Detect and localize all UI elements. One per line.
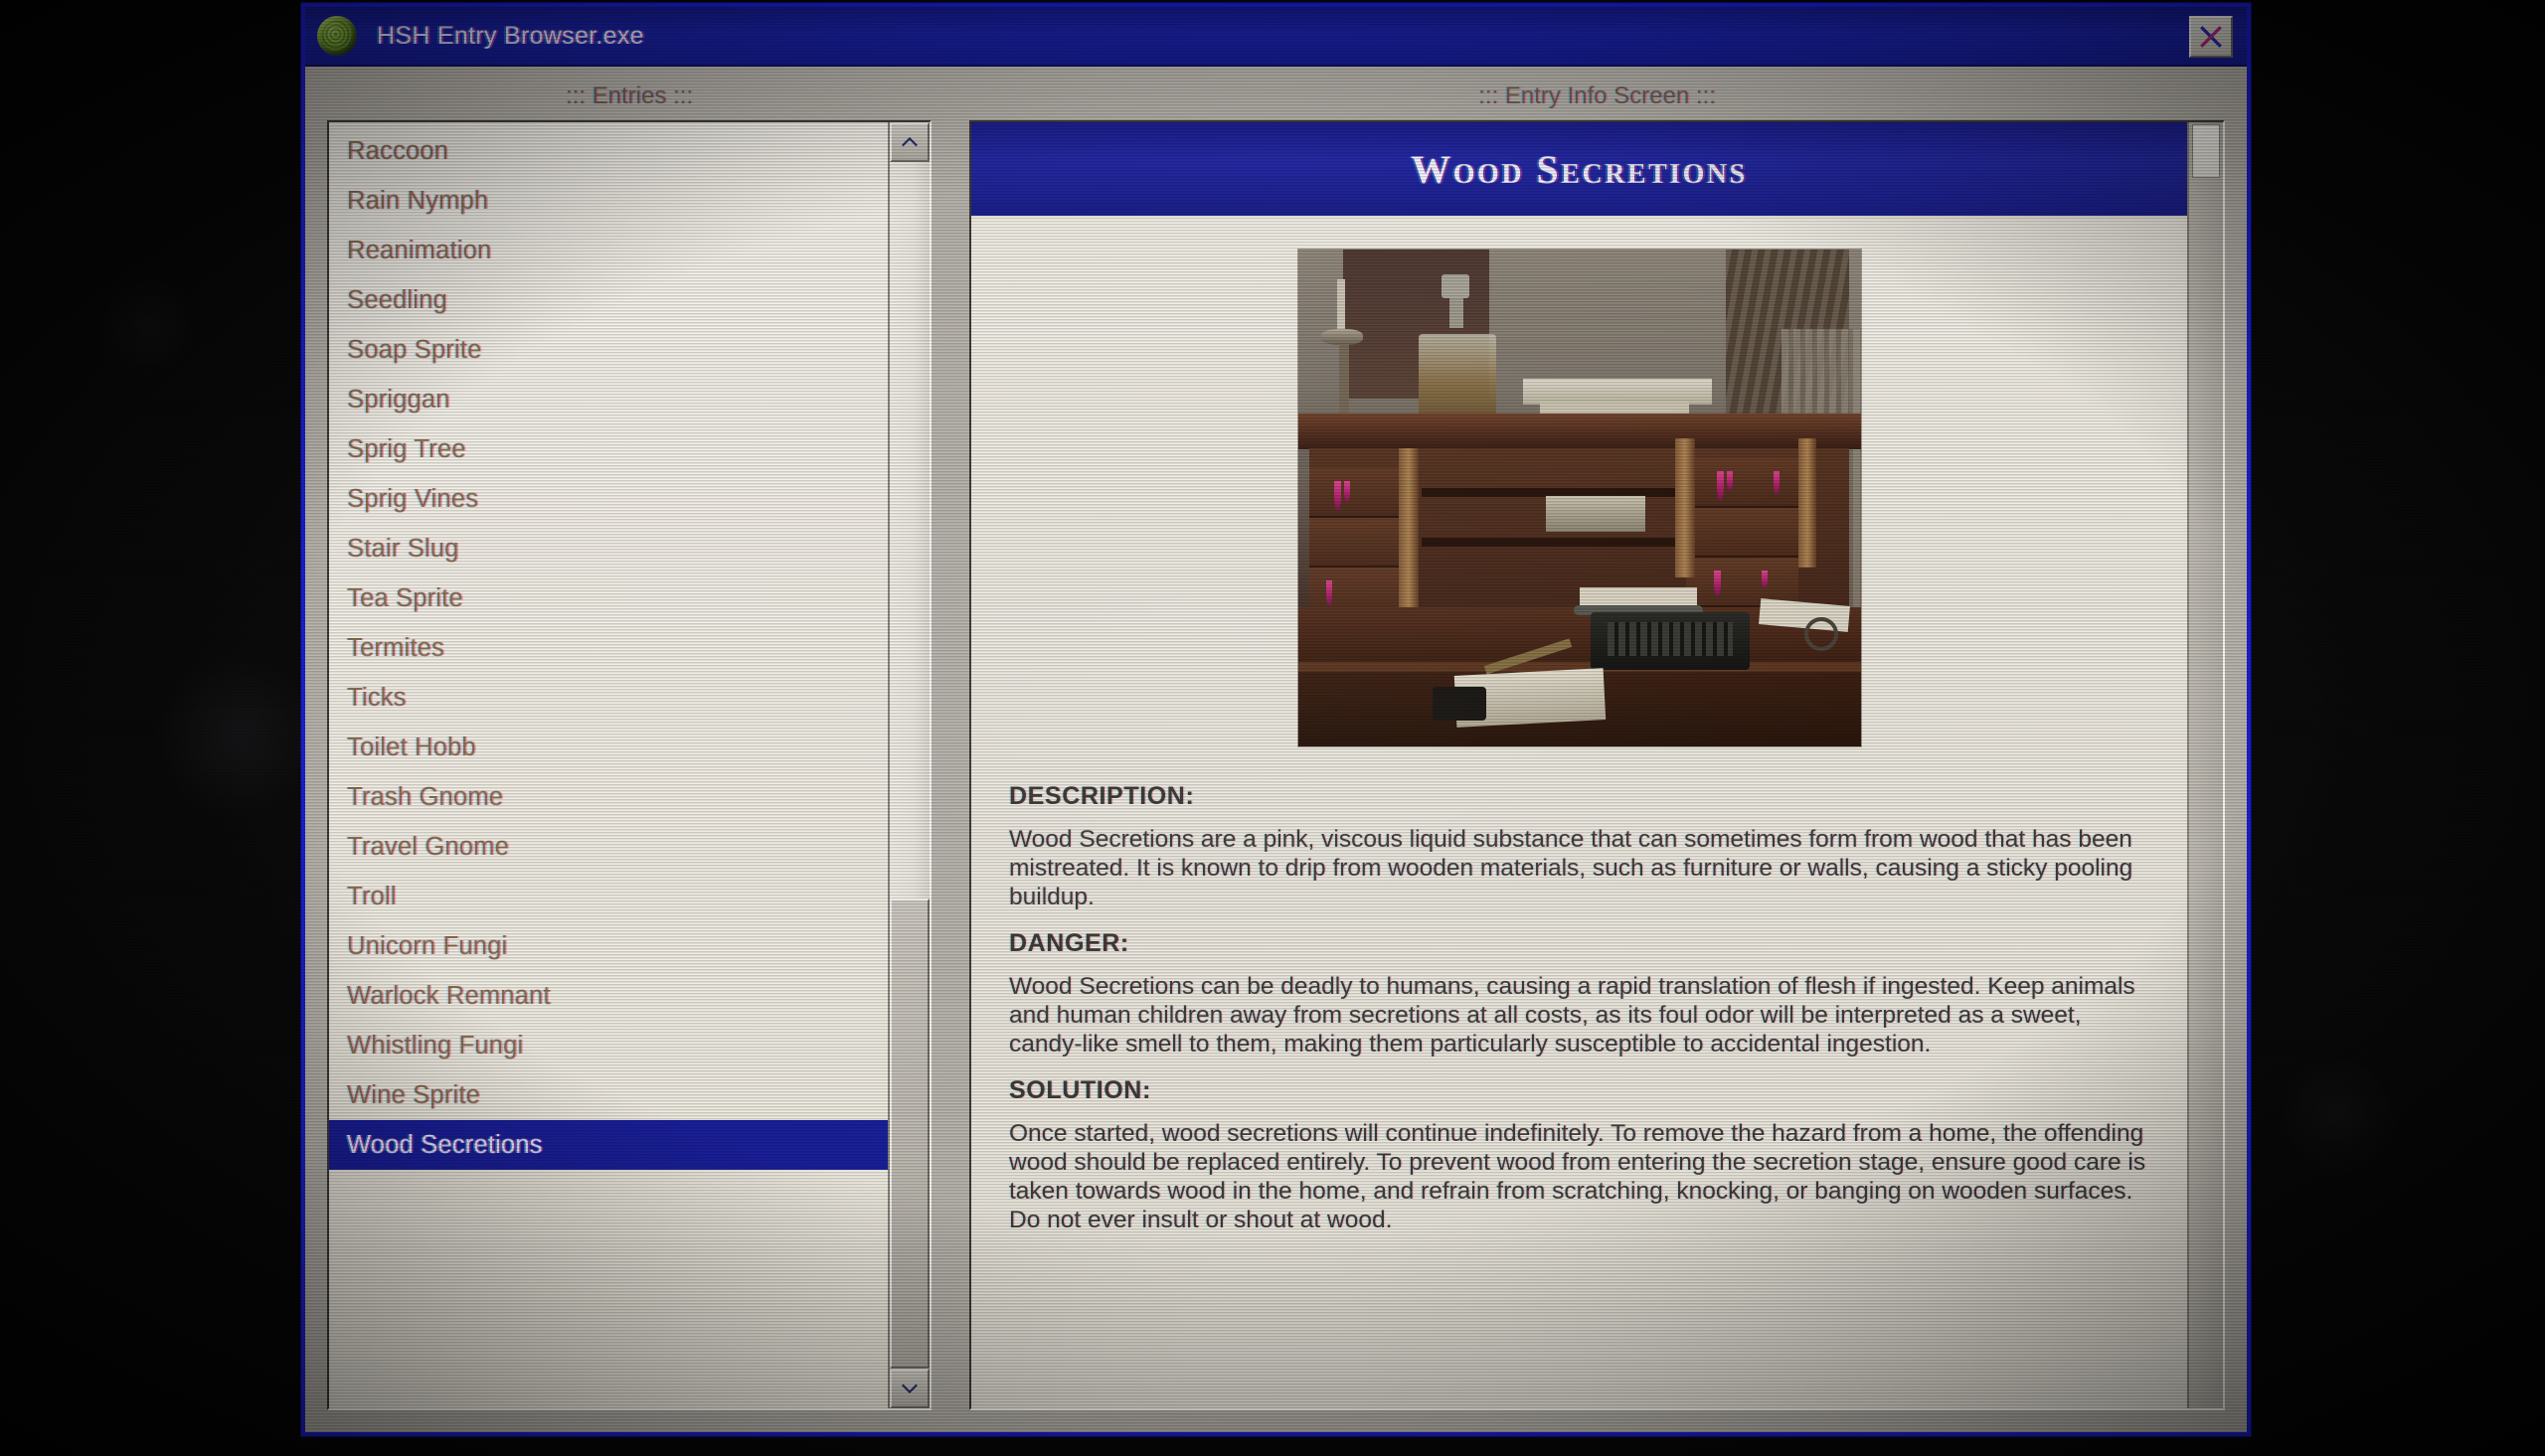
close-button[interactable] — [2189, 16, 2233, 58]
entries-listbox: Raccoon Rain Nymph Reanimation Seedling Soap… — [327, 120, 932, 1410]
chevron-down-icon — [902, 1383, 918, 1394]
entry-list-item-label: Termites — [347, 633, 444, 662]
entry-list-item[interactable]: Rain Nymph — [329, 176, 888, 226]
scroll-down-button[interactable] — [890, 1369, 930, 1408]
entry-title-bar: Wood Secretions — [971, 122, 2187, 218]
entry-list-item[interactable]: Sprig Vines — [329, 474, 888, 524]
entry-list-item[interactable]: Termites — [329, 623, 888, 673]
entry-list-item-label: Wine Sprite — [347, 1080, 480, 1109]
entry-list-item[interactable]: Wood Secretions — [329, 1120, 888, 1170]
entry-list-item-label: Raccoon — [347, 136, 449, 165]
entry-list-item-label: Warlock Remnant — [347, 981, 551, 1010]
entry-list-item[interactable]: Tea Sprite — [329, 573, 888, 623]
application-window: HSH Entry Browser.exe ::: Entries ::: Ra… — [301, 3, 2251, 1436]
entry-list-item[interactable]: Toilet Hobb — [329, 723, 888, 772]
entry-list-item[interactable]: Wine Sprite — [329, 1070, 888, 1120]
close-icon — [2200, 26, 2222, 48]
entry-info-content: Wood Secretions DESCRIPTION: Wood Secret… — [971, 122, 2187, 1408]
entry-title: Wood Secretions — [1411, 146, 1748, 192]
entry-list-item-label: Rain Nymph — [347, 186, 489, 215]
window-title: HSH Entry Browser.exe — [377, 21, 644, 50]
entry-list-item-label: Toilet Hobb — [347, 732, 476, 761]
entry-list-item[interactable]: Trash Gnome — [329, 772, 888, 822]
entry-info-scrollbar[interactable] — [2187, 122, 2223, 1408]
entry-list-item-label: Trash Gnome — [347, 782, 504, 811]
entries-scroll-track[interactable] — [890, 162, 930, 1369]
entry-list-item-label: Sprig Tree — [347, 434, 466, 463]
section-heading: DESCRIPTION: — [1009, 782, 1195, 810]
section-body: Wood Secretions can be deadly to humans,… — [1009, 973, 2135, 1057]
entries-list[interactable]: Raccoon Rain Nymph Reanimation Seedling Soap… — [329, 122, 888, 1408]
chevron-up-icon — [902, 136, 918, 147]
entry-list-item-label: Tea Sprite — [347, 583, 463, 612]
entry-photo-container — [971, 218, 2187, 772]
entry-list-item[interactable]: Ticks — [329, 673, 888, 723]
entry-list-item-label: Travel Gnome — [347, 832, 510, 861]
entry-list-item-label: Soap Sprite — [347, 335, 482, 364]
entry-info-scroll-thumb[interactable] — [2192, 124, 2220, 178]
entry-list-item[interactable]: Spriggan — [329, 375, 888, 424]
entry-list-item[interactable]: Soap Sprite — [329, 325, 888, 375]
entry-info-box: Wood Secretions DESCRIPTION: Wood Secret… — [969, 120, 2225, 1410]
entries-scroll-thumb[interactable] — [890, 897, 930, 1369]
moldy-sphere-icon — [317, 16, 357, 56]
title-bar: HSH Entry Browser.exe — [305, 7, 2247, 67]
entry-info-panel: ::: Entry Info Screen ::: Wood Secretion… — [969, 67, 2225, 1410]
entry-list-item[interactable]: Sprig Tree — [329, 424, 888, 474]
scroll-up-button[interactable] — [890, 122, 930, 162]
entry-list-item[interactable]: Whistling Fungi — [329, 1021, 888, 1070]
entry-sections: DESCRIPTION: Wood Secretions are a pink, … — [971, 772, 2187, 1272]
section-heading: SOLUTION: — [1009, 1076, 1151, 1104]
entry-list-item-label: Sprig Vines — [347, 484, 479, 513]
entry-list-item[interactable]: Travel Gnome — [329, 822, 888, 872]
section-heading: DANGER: — [1009, 929, 1129, 957]
entry-photo — [1297, 249, 1861, 746]
entry-list-item[interactable]: Stair Slug — [329, 524, 888, 573]
entries-scrollbar[interactable] — [888, 122, 930, 1408]
entry-list-item-label: Unicorn Fungi — [347, 931, 508, 960]
section-body: Once started, wood secretions will conti… — [1009, 1120, 2146, 1233]
crt-screen: HSH Entry Browser.exe ::: Entries ::: Ra… — [0, 0, 2545, 1456]
entry-list-item[interactable]: Reanimation — [329, 226, 888, 275]
entry-list-item-label: Troll — [347, 882, 397, 910]
entry-list-item[interactable]: Warlock Remnant — [329, 971, 888, 1021]
entries-caption: ::: Entries ::: — [565, 82, 694, 109]
entry-list-item-label: Whistling Fungi — [347, 1031, 524, 1059]
entry-list-item[interactable]: Raccoon — [329, 126, 888, 176]
entry-info-caption: ::: Entry Info Screen ::: — [1478, 82, 1716, 109]
entry-list-item-label: Seedling — [347, 285, 447, 314]
entry-list-item-label: Spriggan — [347, 385, 450, 413]
entry-list-item[interactable]: Unicorn Fungi — [329, 921, 888, 971]
section-body: Wood Secretions are a pink, viscous liqu… — [1009, 826, 2133, 910]
entry-list-item-label: Wood Secretions — [347, 1130, 543, 1159]
entry-list-item-label: Reanimation — [347, 236, 492, 264]
entries-panel: ::: Entries ::: RaccoonRain NymphReanima… — [327, 67, 932, 1410]
entry-list-item-label: Ticks — [347, 683, 407, 712]
entry-list-item[interactable]: Troll — [329, 872, 888, 921]
entry-list-item[interactable]: Seedling — [329, 275, 888, 325]
window-body: ::: Entries ::: RaccoonRain NymphReanima… — [305, 67, 2247, 1430]
entry-list-item-label: Stair Slug — [347, 534, 459, 563]
